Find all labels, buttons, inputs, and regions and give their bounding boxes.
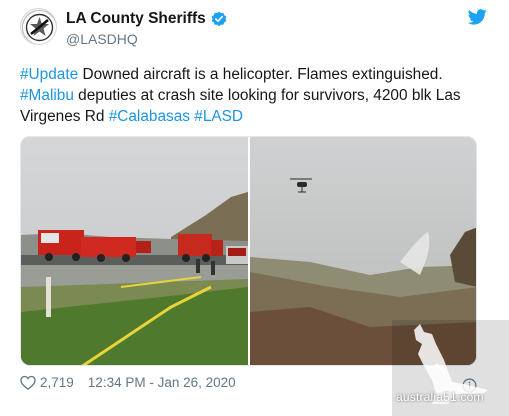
- hashtag-lasd[interactable]: #LASD: [194, 108, 243, 125]
- tweet-text: #Update Downed aircraft is a helicopter.…: [20, 64, 490, 127]
- timestamp[interactable]: 12:34 PM - Jan 26, 2020: [88, 375, 236, 390]
- tweet-card: LA County Sheriffs @LASDHQ #Update Downe…: [0, 0, 509, 416]
- hashtag-update[interactable]: #Update: [20, 66, 78, 83]
- twitter-bird-icon[interactable]: [468, 9, 487, 25]
- hashtag-calabasas[interactable]: #Calabasas: [109, 108, 190, 125]
- photo-fire-trucks[interactable]: [21, 137, 248, 366]
- account-handle[interactable]: @LASDHQ: [66, 31, 138, 47]
- heart-icon[interactable]: [20, 375, 36, 390]
- display-name-text[interactable]: LA County Sheriffs: [66, 10, 206, 28]
- avatar[interactable]: [20, 8, 57, 45]
- lasd-badge-icon: [22, 10, 56, 44]
- verified-badge-icon: [211, 11, 227, 27]
- hashtag-malibu[interactable]: #Malibu: [20, 87, 74, 104]
- like-count[interactable]: 2,719: [40, 375, 74, 390]
- watermark-text: australia51.com: [396, 390, 484, 404]
- tweet-footer: 2,719 12:34 PM - Jan 26, 2020: [20, 375, 236, 390]
- display-name[interactable]: LA County Sheriffs: [66, 10, 227, 28]
- tweet-text-segment: Downed aircraft is a helicopter. Flames …: [78, 66, 443, 83]
